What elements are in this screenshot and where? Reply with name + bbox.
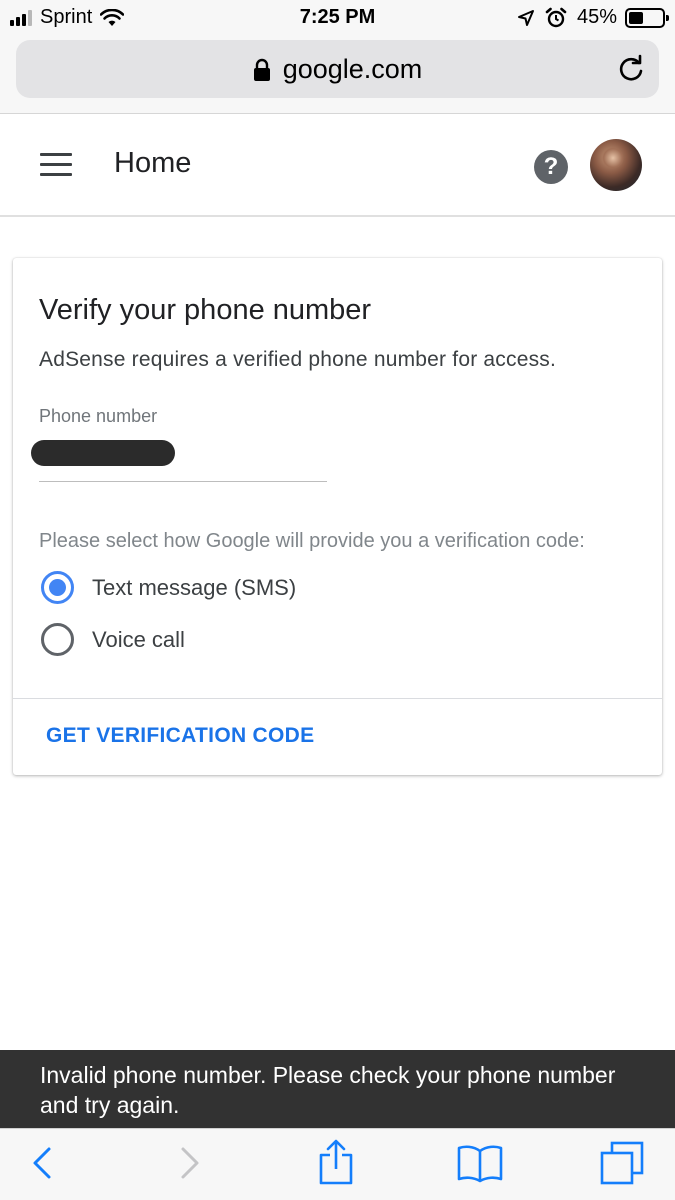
share-icon[interactable]: [318, 1139, 354, 1185]
url-text: google.com: [282, 54, 423, 84]
radio-label-sms: Text message (SMS): [92, 574, 297, 600]
battery-icon: [625, 7, 669, 28]
battery-percentage: 45%: [576, 6, 617, 28]
card-description: AdSense requires a verified phone number…: [39, 348, 557, 371]
status-right: 45%: [517, 6, 669, 29]
radio-checked-icon[interactable]: [41, 571, 74, 604]
redacted-phone-number: [31, 440, 175, 466]
address-bar[interactable]: google.com: [16, 40, 659, 98]
forward-icon[interactable]: [178, 1145, 202, 1181]
radio-option-voice[interactable]: Voice call: [41, 623, 185, 656]
radio-option-sms[interactable]: Text message (SMS): [41, 571, 296, 604]
card-divider: [13, 698, 662, 699]
page-title: Home: [114, 147, 192, 179]
avatar[interactable]: [590, 139, 642, 191]
verification-method-prompt: Please select how Google will provide yo…: [39, 530, 585, 552]
lock-icon: [253, 58, 270, 81]
phone-number-field[interactable]: [31, 434, 327, 482]
menu-icon[interactable]: [40, 153, 72, 179]
radio-label-voice: Voice call: [92, 626, 185, 652]
back-icon[interactable]: [30, 1145, 54, 1181]
page: Sprint 7:25 PM 45% google.com Home ? Ver…: [0, 0, 675, 1200]
error-snackbar: Invalid phone number. Please check your …: [0, 1050, 675, 1128]
status-bar: Sprint 7:25 PM 45%: [0, 0, 675, 36]
help-icon[interactable]: ?: [534, 150, 568, 184]
tabs-icon[interactable]: [600, 1141, 644, 1185]
radio-unchecked-icon[interactable]: [41, 623, 74, 656]
location-icon: [517, 9, 534, 26]
battery-fill: [629, 11, 644, 24]
alarm-icon: [545, 7, 567, 27]
bookmarks-icon[interactable]: [457, 1143, 503, 1183]
phone-number-label: Phone number: [39, 406, 158, 426]
card-title: Verify your phone number: [39, 294, 372, 326]
browser-toolbar: [0, 1128, 675, 1200]
browser-url-area: google.com: [0, 36, 675, 114]
get-verification-code-button[interactable]: GET VERIFICATION CODE: [46, 724, 314, 748]
app-bar: Home ?: [0, 115, 675, 217]
verify-phone-card: Verify your phone number AdSense require…: [13, 258, 662, 775]
reload-icon[interactable]: [617, 54, 645, 84]
